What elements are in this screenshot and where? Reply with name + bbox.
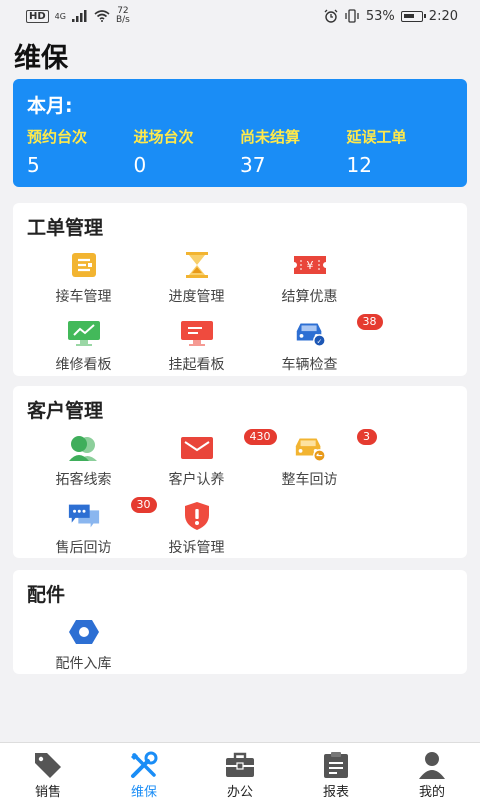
tab-label: 我的 xyxy=(418,785,445,800)
tab-sales[interactable]: 销售 xyxy=(0,743,96,800)
section-title: 工单管理 xyxy=(27,217,104,239)
stat-appointments[interactable]: 预约台次 5 xyxy=(27,126,134,177)
section-title: 配件 xyxy=(27,584,66,606)
stat-value: 12 xyxy=(346,153,372,177)
person-icon xyxy=(419,752,445,779)
clipboard-icon xyxy=(324,752,348,778)
menu-item-parts-inbound[interactable]: 配件入库 xyxy=(27,613,140,681)
customer-card: 客户管理 拓客线索 430 客户认养 3 整车回访 30 售后回访 投诉管理 xyxy=(13,386,467,558)
notification-badge: 3 xyxy=(356,429,377,445)
car-check-icon: ✓ 38 xyxy=(293,314,383,348)
chat-icon: 30 xyxy=(67,497,157,531)
menu-item-label: 投诉管理 xyxy=(168,540,225,556)
coupon-icon: ¥ xyxy=(293,250,327,280)
menu-item-label: 进度管理 xyxy=(168,289,225,305)
menu-item-label: 挂起看板 xyxy=(168,357,225,373)
monitor-icon xyxy=(180,318,214,348)
tab-label: 办公 xyxy=(226,785,253,800)
briefcase-icon xyxy=(226,752,254,777)
menu-item-label: 结算优惠 xyxy=(281,289,338,305)
clock: 2:20 xyxy=(428,8,458,24)
stat-label: 尚未结算 xyxy=(240,128,301,146)
work-order-card: 工单管理 接车管理 进度管理 ¥ 结算优惠 维修看板 挂起看板 ✓ 38 车辆检… xyxy=(13,203,467,376)
menu-item-label: 接车管理 xyxy=(55,289,112,305)
menu-item-label: 整车回访 xyxy=(281,472,338,488)
envelope-icon: 430 xyxy=(180,429,277,463)
hex-nut-icon xyxy=(67,617,101,647)
status-bar: HD 4G 72 B/s 53% 2:20 xyxy=(0,0,480,32)
alarm-icon xyxy=(324,9,338,23)
hourglass-icon xyxy=(180,250,214,280)
menu-item-label: 客户认养 xyxy=(168,472,225,488)
battery-percent: 53% xyxy=(365,8,395,24)
stat-label: 延误工单 xyxy=(346,128,407,146)
stat-label: 预约台次 xyxy=(27,128,88,146)
summary-title: 本月: xyxy=(27,95,73,117)
vibrate-icon xyxy=(345,9,359,23)
tag-icon xyxy=(35,753,61,778)
stat-value: 37 xyxy=(240,153,266,177)
menu-item-vehicle-followup[interactable]: 3 整车回访 xyxy=(253,429,377,497)
tools-icon xyxy=(131,751,158,778)
notification-badge: 38 xyxy=(356,314,383,330)
tab-label: 维保 xyxy=(130,785,157,800)
tab-label: 报表 xyxy=(322,785,349,800)
stat-value: 5 xyxy=(27,153,40,177)
hd-indicator: HD xyxy=(26,9,49,23)
net-speed: 72 B/s xyxy=(115,6,130,25)
menu-item-leads[interactable]: 拓客线索 xyxy=(27,429,140,497)
svg-text:¥: ¥ xyxy=(306,259,313,272)
menu-item-repair-board[interactable]: 维修看板 xyxy=(27,314,140,382)
monthly-summary-card: 本月: 预约台次 5 进场台次 0 尚未结算 37 延误工单 12 xyxy=(13,79,467,187)
tab-maintenance[interactable]: 维保 xyxy=(96,743,192,800)
menu-item-complaints[interactable]: 投诉管理 xyxy=(140,497,253,565)
menu-item-label: 车辆检查 xyxy=(281,357,338,373)
tab-reports[interactable]: 报表 xyxy=(288,743,384,800)
bottom-tab-bar: 销售 维保 办公 报表 我的 xyxy=(0,742,480,800)
parts-card: 配件 配件入库 xyxy=(13,570,467,674)
car-reception-icon xyxy=(67,250,101,280)
menu-item-label: 配件入库 xyxy=(55,656,112,672)
battery-icon xyxy=(400,10,426,22)
menu-item-suspend-board[interactable]: 挂起看板 xyxy=(140,314,253,382)
stat-delayed[interactable]: 延误工单 12 xyxy=(347,126,454,177)
stat-arrivals[interactable]: 进场台次 0 xyxy=(134,126,241,177)
users-icon xyxy=(67,433,101,463)
tab-office[interactable]: 办公 xyxy=(192,743,288,800)
warning-shield-icon xyxy=(180,501,214,531)
monitor-chart-icon xyxy=(67,318,101,348)
stat-label: 进场台次 xyxy=(133,128,194,146)
tab-label: 销售 xyxy=(34,785,61,800)
section-title: 客户管理 xyxy=(27,400,104,422)
menu-item-label: 维修看板 xyxy=(55,357,112,373)
menu-item-customer-adoption[interactable]: 430 客户认养 xyxy=(140,429,277,497)
menu-item-progress[interactable]: 进度管理 xyxy=(140,246,253,314)
car-return-icon: 3 xyxy=(293,429,377,463)
menu-item-label: 拓客线索 xyxy=(55,472,112,488)
stat-value: 0 xyxy=(133,153,147,177)
menu-item-label: 售后回访 xyxy=(55,540,112,556)
signal-type: 4G xyxy=(54,11,66,21)
menu-item-settlement[interactable]: ¥ 结算优惠 xyxy=(253,246,366,314)
svg-text:✓: ✓ xyxy=(316,337,322,345)
page-title: 维保 xyxy=(14,43,68,74)
wifi-icon xyxy=(94,10,110,22)
menu-item-aftersales-followup[interactable]: 30 售后回访 xyxy=(27,497,157,565)
stat-unsettled[interactable]: 尚未结算 37 xyxy=(240,126,347,177)
tab-mine[interactable]: 我的 xyxy=(384,743,480,800)
menu-item-car-reception[interactable]: 接车管理 xyxy=(27,246,140,314)
signal-icon xyxy=(71,10,87,22)
menu-item-vehicle-check[interactable]: ✓ 38 车辆检查 xyxy=(253,314,383,382)
